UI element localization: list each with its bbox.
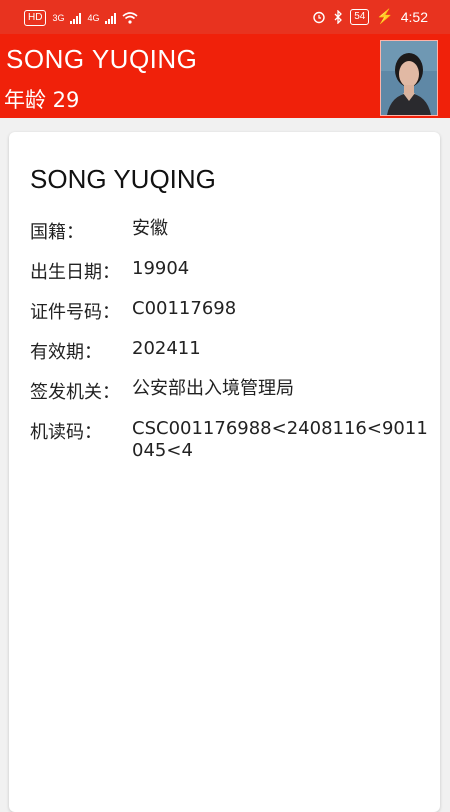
row-value: 公安部出入境管理局 [132,378,294,399]
signal-bars-1-icon [70,12,82,24]
alarm-icon [313,11,325,23]
row-label: 机读码： [30,422,102,443]
row-value: 安徽 [132,218,168,239]
row-label: 有效期： [30,342,102,363]
avatar-photo[interactable] [380,40,438,116]
info-card: SONG YUQING 国籍： 安徽 出生日期： 19904 证件号码： C00… [9,132,440,812]
row-value: 202411 [132,338,201,359]
sim2-label: 4G [87,13,100,23]
status-bar: HD 3G 4G 54 ⚡ 4:52 [0,0,450,34]
hd-badge: HD [24,10,47,26]
clock-time: 4:52 [400,8,428,25]
header-name: SONG YUQING [6,44,198,74]
row-value: CSC001176988<2408116<9011045<4 [132,418,428,461]
status-left: HD 3G 4G [24,10,139,26]
row-label: 出生日期： [30,262,120,283]
card-name: SONG YUQING [30,164,216,194]
status-right: 54 ⚡ 4:52 [312,8,428,25]
app-header: SONG YUQING 年龄 29 [0,34,450,118]
battery-level: 54 [350,8,370,25]
row-label: 签发机关： [30,382,120,403]
bluetooth-icon [334,9,343,24]
header-age: 年龄 29 [4,88,80,112]
row-value: 19904 [132,258,190,279]
charging-icon: ⚡ [376,8,394,24]
row-label: 国籍： [30,222,84,243]
row-value: C00117698 [132,298,237,319]
wifi-icon [122,12,139,24]
sim1-label: 3G [52,13,65,23]
row-label: 证件号码： [30,302,120,323]
signal-bars-2-icon [105,12,117,24]
